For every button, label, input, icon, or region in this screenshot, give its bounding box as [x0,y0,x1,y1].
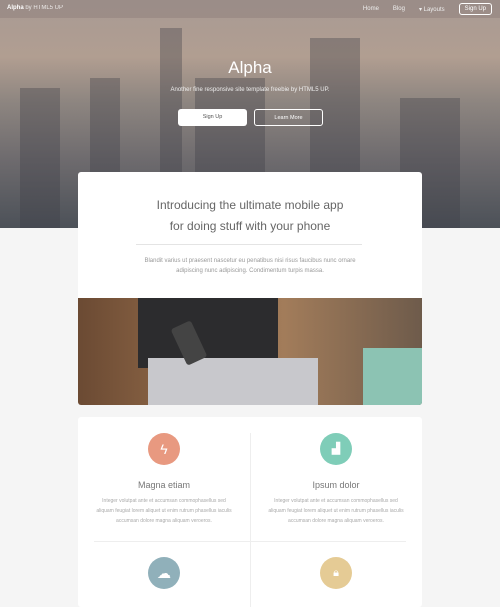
feature-text: Integer volutpat ante et accumsan commop… [268,498,404,524]
feature-item: 🔒︎ [250,557,422,589]
logo[interactable]: Alpha by HTML5 UP [7,5,63,11]
feature-item: ▟ Ipsum dolor Integer volutpat ante et a… [250,433,422,526]
intro-text: Blandit varius ut praesent nascetur eu p… [144,258,356,274]
intro-card: Introducing the ultimate mobile app for d… [78,172,422,405]
nav-home[interactable]: Home [363,6,379,12]
intro-heading: Introducing the ultimate mobile app for d… [156,198,344,233]
cloud-icon: ☁ [148,557,180,589]
main-nav: Home Blog ▾ Layouts Sign Up [363,3,492,15]
bolt-icon: ϟ [148,433,180,465]
feature-item: ϟ Magna etiam Integer volutpat ante et a… [78,433,250,526]
nav-signup-button[interactable]: Sign Up [458,3,492,15]
lock-icon: 🔒︎ [320,557,352,589]
laptop-phone-photo [78,298,422,405]
feature-item: ☁ [78,557,250,589]
learn-more-button[interactable]: Learn More [254,109,323,126]
area-chart-icon: ▟ [320,433,352,465]
feature-title: Ipsum dolor [312,480,360,490]
nav-layouts[interactable]: ▾ Layouts [419,6,445,13]
divider [94,541,406,542]
nav-blog[interactable]: Blog [393,6,405,12]
features-card: ϟ Magna etiam Integer volutpat ante et a… [78,417,422,607]
divider [136,244,362,245]
feature-title: Magna etiam [137,480,191,490]
signup-button[interactable]: Sign Up [178,109,247,126]
hero-subtitle: Another fine responsive site template fr… [170,87,330,93]
hero-title: Alpha [228,58,272,77]
top-header: Alpha by HTML5 UP Home Blog ▾ Layouts Si… [0,0,500,18]
feature-text: Integer volutpat ante et accumsan commop… [96,498,232,524]
